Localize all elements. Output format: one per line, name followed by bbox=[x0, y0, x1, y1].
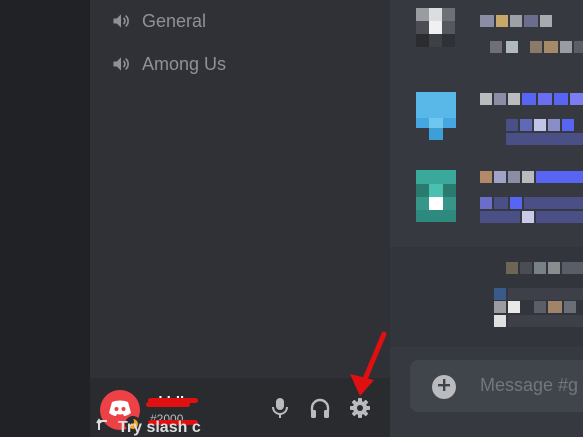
pixelated-avatar bbox=[416, 170, 456, 226]
redaction-scribble bbox=[146, 402, 190, 407]
message-input[interactable]: Message #g bbox=[480, 375, 578, 396]
pixelated-message-text bbox=[506, 132, 583, 145]
pixelated-username bbox=[480, 92, 583, 105]
voice-channel-general[interactable]: General bbox=[110, 4, 380, 38]
pixelated-username bbox=[480, 14, 580, 27]
headphones-icon bbox=[309, 397, 331, 424]
pixelated-message-text bbox=[494, 287, 583, 300]
hint-text: Try slash c bbox=[118, 418, 201, 436]
plus-icon bbox=[437, 378, 451, 397]
pixelated-message-text bbox=[480, 210, 583, 223]
voice-channel-among-us[interactable]: Among Us bbox=[110, 47, 380, 81]
deafen-button[interactable] bbox=[308, 398, 332, 422]
user-settings-button[interactable] bbox=[348, 397, 372, 424]
speaker-icon bbox=[110, 10, 132, 32]
message-composer[interactable]: Message #g bbox=[410, 360, 583, 412]
pixelated-message-text bbox=[490, 40, 583, 53]
pixelated-username bbox=[480, 170, 583, 183]
pixelated-message-text bbox=[506, 118, 583, 131]
return-arrow-icon bbox=[96, 418, 110, 437]
pixelated-message-text bbox=[480, 196, 583, 209]
microphone-icon bbox=[270, 397, 290, 424]
message-group bbox=[390, 247, 583, 347]
channel-label: Among Us bbox=[142, 53, 227, 74]
channel-label: General bbox=[142, 10, 207, 31]
mute-button[interactable] bbox=[268, 397, 292, 424]
annotation-arrow-icon bbox=[350, 331, 387, 396]
server-rail bbox=[0, 0, 90, 437]
pixelated-avatar bbox=[416, 8, 456, 64]
chat-area: Message #g bbox=[390, 0, 583, 437]
slash-command-hint: Try slash c bbox=[96, 418, 201, 437]
pixelated-avatar bbox=[416, 92, 456, 148]
pixelated-message-text bbox=[494, 301, 583, 327]
upload-button[interactable] bbox=[432, 375, 456, 399]
pixelated-message-text bbox=[506, 261, 583, 274]
gear-icon bbox=[349, 397, 371, 424]
speaker-icon bbox=[110, 53, 132, 75]
